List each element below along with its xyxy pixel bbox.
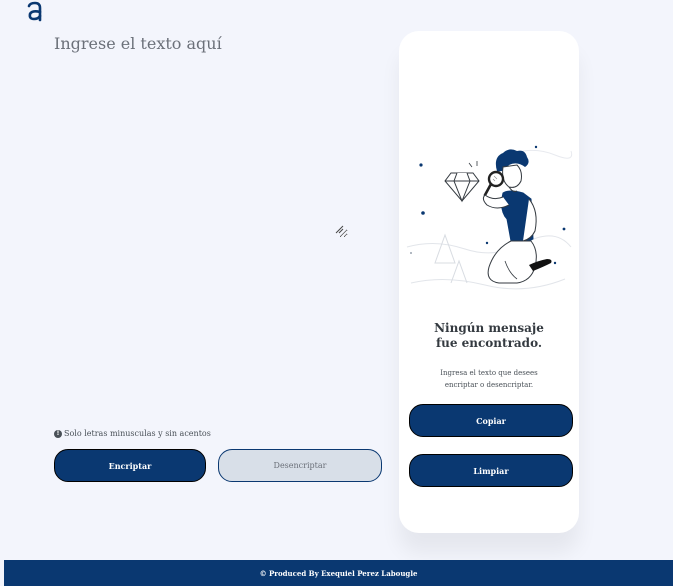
- output-panel: Ningún mensaje fue encontrado. Ingresa e…: [399, 31, 579, 533]
- info-icon: !: [54, 429, 62, 438]
- footer: © Produced By Exequiel Perez Labougle: [4, 560, 673, 586]
- input-hint: ! Solo letras minusculas y sin acentos: [54, 429, 211, 438]
- clear-button[interactable]: Limpiar: [409, 454, 573, 487]
- output-description: Ingresa el texto que desees encriptar o …: [440, 369, 538, 389]
- hint-text: Solo letras minusculas y sin acentos: [64, 429, 211, 438]
- footer-text: © Produced By Exequiel Perez Labougle: [259, 568, 418, 578]
- decrypt-button[interactable]: Desencriptar: [218, 449, 382, 482]
- encrypt-button[interactable]: Encriptar: [54, 449, 206, 482]
- person-with-magnifying-glass-illustration: [406, 145, 573, 290]
- logo-icon: [24, 0, 46, 24]
- resize-handle-icon[interactable]: [334, 224, 344, 234]
- message-input[interactable]: [48, 28, 348, 238]
- output-title: Ningún mensaje fue encontrado.: [434, 321, 544, 350]
- text-input-area: [48, 28, 348, 238]
- copy-button[interactable]: Copiar: [409, 404, 573, 437]
